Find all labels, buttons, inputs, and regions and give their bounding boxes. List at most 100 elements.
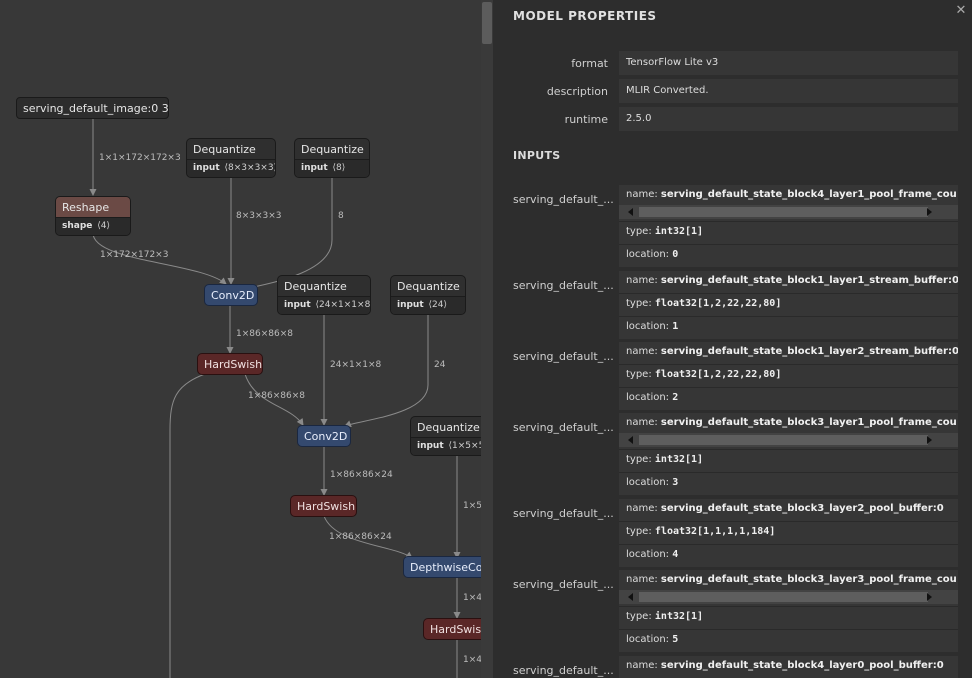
node-title: Conv2D	[211, 289, 255, 302]
node-attribute: input ⟨8×3×3×3⟩	[187, 159, 275, 177]
edge-label: 1×86×86×8	[236, 329, 293, 339]
node-title: Conv2D	[304, 430, 348, 443]
input-type: type: int32[1]	[626, 226, 704, 237]
input-name: name: serving_default_state_block4_layer…	[626, 189, 957, 200]
graph-vertical-scrollbar[interactable]	[481, 0, 493, 678]
input-details[interactable]: name: serving_default_state_block1_layer…	[619, 271, 958, 339]
horizontal-scrollbar[interactable]	[619, 205, 958, 219]
scrollbar-track[interactable]	[639, 592, 928, 602]
input-label: serving_default_...	[513, 507, 614, 520]
edge-label: 1×86×86×24	[330, 470, 393, 480]
edge-label: 1×86×86×24	[329, 532, 392, 542]
property-label: description	[546, 85, 608, 98]
node-attribute: input ⟨24⟩	[391, 296, 465, 314]
edge-label: 1×4	[463, 593, 482, 603]
property-value: MLIR Converted.	[619, 79, 958, 103]
node-title: HardSwish	[430, 623, 481, 636]
node-dequantize-5[interactable]: Dequantize input ⟨1×5×5×	[410, 416, 481, 456]
input-details[interactable]: name: serving_default_state_block3_layer…	[619, 570, 958, 652]
input-details[interactable]: name: serving_default_state_block3_layer…	[619, 499, 958, 567]
node-hardswish-1[interactable]: HardSwish	[197, 353, 263, 375]
edge-label: 1×4	[463, 655, 482, 665]
input-type: type: float32[1,2,22,22,80]	[626, 369, 782, 380]
input-label: serving_default_...	[513, 421, 614, 434]
input-name: name: serving_default_state_block1_layer…	[626, 275, 958, 286]
input-details[interactable]: name: serving_default_state_block4_layer…	[619, 656, 958, 678]
scroll-right-icon[interactable]	[927, 593, 932, 601]
property-label: runtime	[564, 113, 608, 126]
property-row-format: format TensorFlow Lite v3	[493, 51, 972, 75]
node-dequantize-2[interactable]: Dequantize input ⟨8⟩	[294, 138, 370, 178]
property-row-runtime: runtime 2.5.0	[493, 107, 972, 131]
horizontal-scrollbar[interactable]	[619, 433, 958, 447]
node-hardswish-2[interactable]: HardSwish	[290, 495, 357, 517]
node-attribute: input ⟨1×5×5×	[411, 437, 481, 455]
node-attribute: input ⟨24×1×1×8⟩	[278, 296, 370, 314]
edge-label: 8	[338, 211, 344, 221]
input-location: location: 0	[626, 249, 679, 260]
node-reshape[interactable]: Reshape shape ⟨4⟩	[55, 196, 131, 236]
close-icon[interactable]: ✕	[954, 4, 968, 18]
model-properties-panel: MODEL PROPERTIES ✕ format TensorFlow Lit…	[493, 0, 972, 678]
node-title: HardSwish	[204, 358, 263, 371]
node-title: Dequantize	[193, 143, 256, 156]
input-name: name: serving_default_state_block3_layer…	[626, 574, 957, 585]
scroll-left-icon[interactable]	[628, 208, 633, 216]
scroll-left-icon[interactable]	[628, 593, 633, 601]
input-label: serving_default_...	[513, 193, 614, 206]
scroll-left-icon[interactable]	[628, 436, 633, 444]
node-title: Dequantize	[301, 143, 364, 156]
node-conv2d-1[interactable]: Conv2D	[204, 284, 258, 306]
node-title: Dequantize	[397, 280, 460, 293]
input-label: serving_default_...	[513, 350, 614, 363]
input-label: serving_default_...	[513, 578, 614, 591]
edge-label: 1×86×86×8	[248, 391, 305, 401]
input-type: type: int32[1]	[626, 611, 704, 622]
node-hardswish-3[interactable]: HardSwish	[423, 618, 481, 640]
edge-label: 8×3×3×3	[236, 211, 282, 221]
node-title: Reshape	[56, 197, 130, 217]
graph-canvas[interactable]: serving_default_image:0 37 Reshape shape…	[0, 0, 493, 678]
input-type: type: float32[1,1,1,1,184]	[626, 526, 776, 537]
scrollbar-track[interactable]	[639, 207, 928, 217]
input-name: name: serving_default_state_block3_layer…	[626, 503, 944, 514]
edge-label: 24	[434, 360, 446, 370]
property-value: TensorFlow Lite v3	[619, 51, 958, 75]
input-location: location: 5	[626, 634, 679, 645]
node-dequantize-1[interactable]: Dequantize input ⟨8×3×3×3⟩	[186, 138, 276, 178]
input-details[interactable]: name: serving_default_state_block4_layer…	[619, 185, 958, 267]
node-serving-default-image[interactable]: serving_default_image:0 37	[16, 97, 169, 119]
edge-label: 24×1×1×8	[330, 360, 382, 370]
node-title: Dequantize	[417, 421, 480, 434]
input-name: name: serving_default_state_block3_layer…	[626, 417, 957, 428]
panel-title: MODEL PROPERTIES	[513, 9, 657, 23]
input-details[interactable]: name: serving_default_state_block3_layer…	[619, 413, 958, 495]
input-location: location: 3	[626, 477, 679, 488]
scrollbar-track[interactable]	[639, 435, 928, 445]
input-details[interactable]: name: serving_default_state_block1_layer…	[619, 342, 958, 410]
input-type: type: float32[1,2,22,22,80]	[626, 298, 782, 309]
node-title: DepthwiseCon	[410, 561, 481, 574]
input-name: name: serving_default_state_block4_layer…	[626, 660, 944, 671]
input-label: serving_default_...	[513, 279, 614, 292]
node-dequantize-3[interactable]: Dequantize input ⟨24×1×1×8⟩	[277, 275, 371, 315]
input-type: type: int32[1]	[626, 454, 704, 465]
property-label: format	[571, 57, 608, 70]
inputs-section-heading: INPUTS	[513, 149, 561, 162]
edge-label: 1×5	[463, 501, 482, 511]
edge-label: 1×172×172×3	[100, 250, 169, 260]
node-title: Dequantize	[284, 280, 347, 293]
scroll-right-icon[interactable]	[927, 208, 932, 216]
node-attribute: input ⟨8⟩	[295, 159, 369, 177]
property-row-description: description MLIR Converted.	[493, 79, 972, 103]
node-dequantize-4[interactable]: Dequantize input ⟨24⟩	[390, 275, 466, 315]
scroll-right-icon[interactable]	[927, 436, 932, 444]
input-location: location: 4	[626, 549, 679, 560]
edge-label: 1×1×172×172×3	[99, 153, 181, 163]
node-attribute: shape ⟨4⟩	[56, 217, 130, 235]
scrollbar-thumb[interactable]	[482, 2, 492, 44]
node-depthwise-conv2d[interactable]: DepthwiseCon	[403, 556, 481, 578]
node-title: HardSwish	[297, 500, 356, 513]
node-conv2d-2[interactable]: Conv2D	[297, 425, 351, 447]
horizontal-scrollbar[interactable]	[619, 590, 958, 604]
